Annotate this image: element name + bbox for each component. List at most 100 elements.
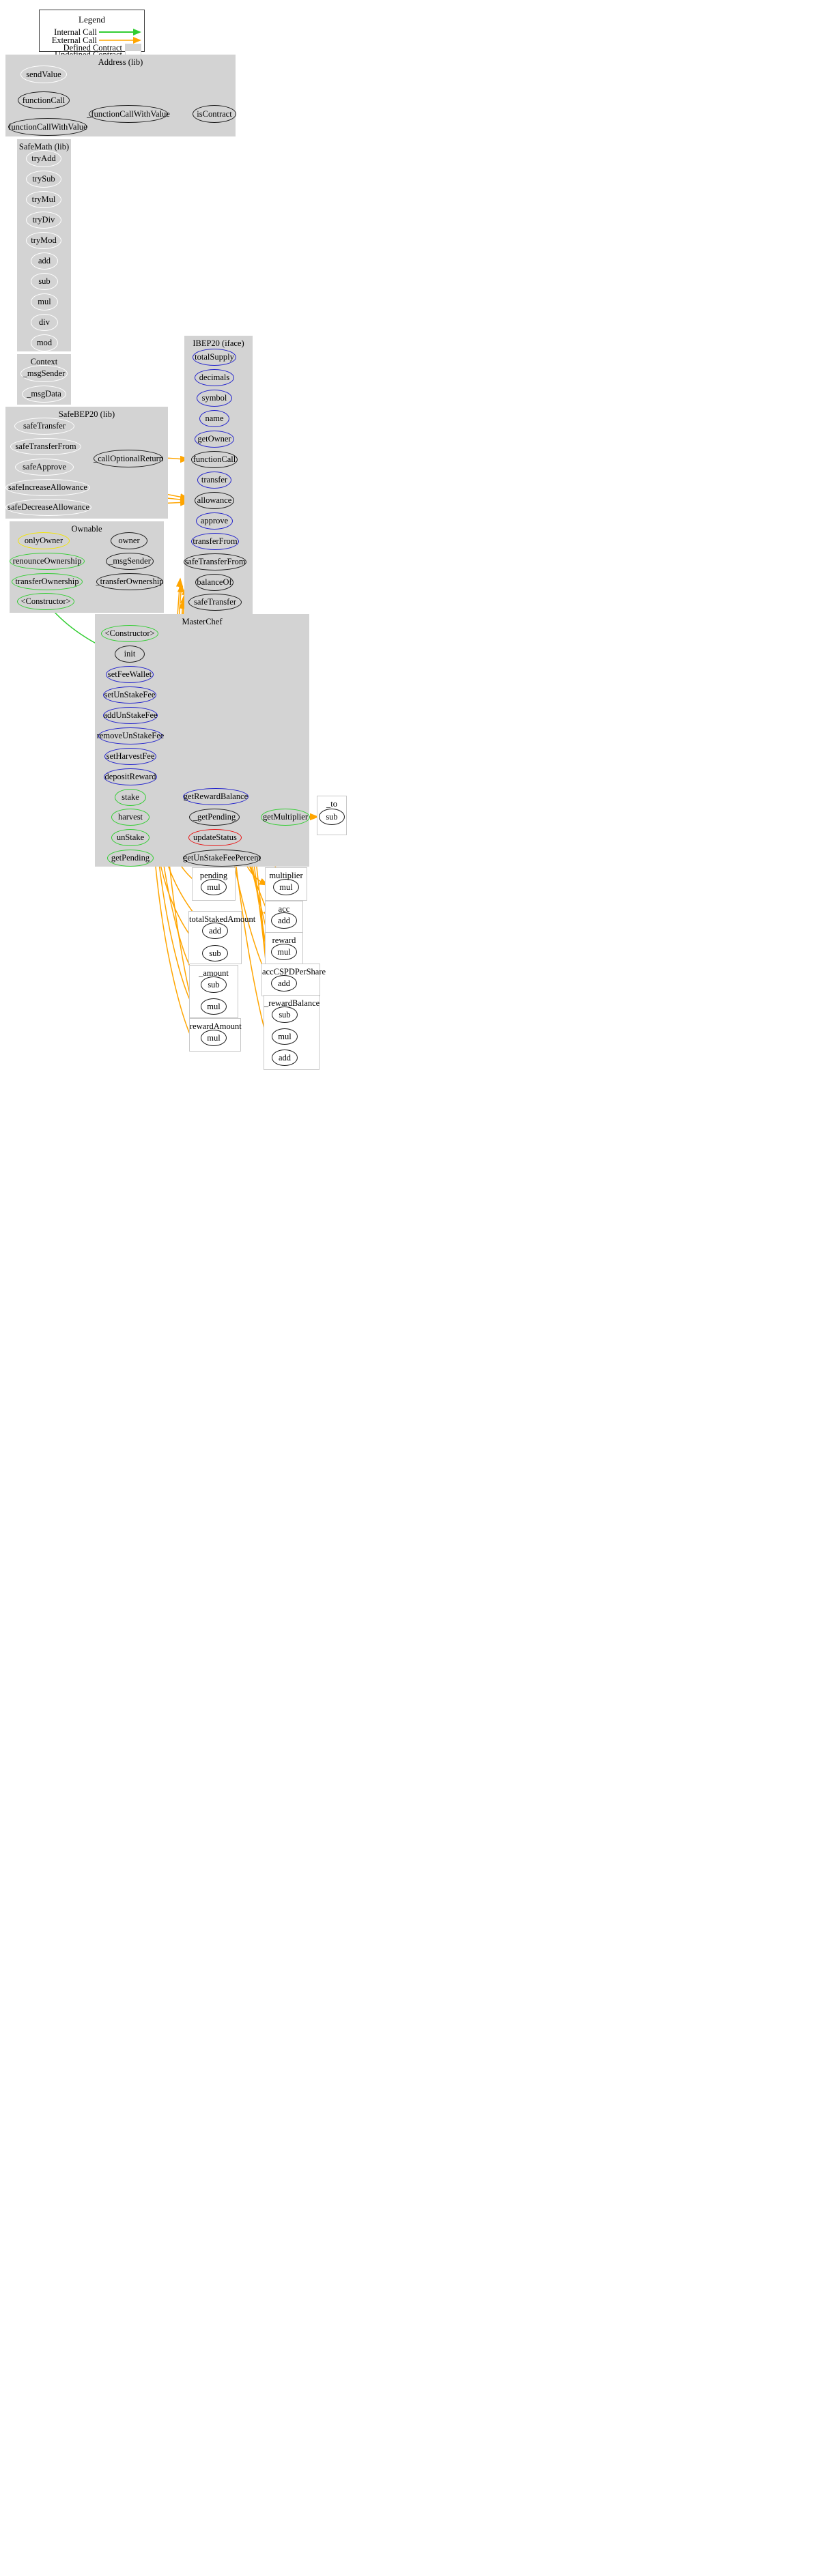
- node-setHarvestFee[interactable]: setHarvestFee: [104, 748, 156, 765]
- node-context-msgSender[interactable]: _msgSender: [20, 365, 68, 382]
- node-_functionCallWithValue[interactable]: _functionCallWithValue: [87, 105, 170, 123]
- node-ibep20-functionCall[interactable]: functionCall: [191, 451, 238, 468]
- node-label: setFeeWallet: [107, 669, 152, 680]
- node-allowance[interactable]: allowance: [195, 492, 234, 509]
- node-safeTransferFrom[interactable]: safeTransferFrom: [10, 438, 81, 455]
- node-getPending[interactable]: getPending: [107, 850, 154, 867]
- node-label: _functionCallWithValue: [87, 108, 170, 119]
- node-context-msgData[interactable]: _msgData: [22, 386, 66, 403]
- legend-box: Legend Internal Call External Call Defin…: [39, 10, 145, 59]
- node-safeDecreaseAllowance[interactable]: safeDecreaseAllowance: [5, 499, 91, 516]
- node-functionCall[interactable]: functionCall: [18, 91, 70, 109]
- node-label: safeDecreaseAllowance: [7, 502, 90, 512]
- node-functionCallWithValue[interactable]: functionCallWithValue: [8, 118, 87, 136]
- node-label: safeTransfer: [193, 597, 237, 607]
- node-label: sub: [326, 811, 338, 822]
- node-label: safeTransfer: [23, 421, 66, 431]
- node-sendValue[interactable]: sendValue: [20, 66, 67, 83]
- node-tryMul[interactable]: tryMul: [26, 191, 61, 208]
- node-safeTransfer[interactable]: safeTransfer: [14, 418, 74, 435]
- node-amount-mul[interactable]: mul: [201, 998, 227, 1015]
- node-getOwner[interactable]: getOwner: [195, 431, 234, 448]
- node-renounceOwnership[interactable]: renounceOwnership: [10, 553, 85, 570]
- node-safeApprove[interactable]: safeApprove: [15, 459, 74, 476]
- node-totalSupply[interactable]: totalSupply: [193, 349, 236, 366]
- node-setUnStakeFee[interactable]: setUnStakeFee: [103, 686, 156, 704]
- node-getRewardBalance[interactable]: getRewardBalance: [183, 788, 249, 805]
- node-depositReward[interactable]: depositReward: [104, 768, 157, 785]
- node-_callOptionalReturn[interactable]: _callOptionalReturn: [94, 450, 163, 467]
- node-label: getOwner: [197, 434, 231, 444]
- node-decimals[interactable]: decimals: [195, 369, 234, 386]
- node-owner[interactable]: owner: [111, 532, 147, 549]
- node-label: <Constructor>: [104, 628, 155, 639]
- node-ownable-constructor[interactable]: <Constructor>: [17, 593, 74, 610]
- node-rb-add[interactable]: add: [272, 1050, 298, 1066]
- node-init[interactable]: init: [115, 646, 145, 663]
- call-graph-canvas: Legend Internal Call External Call Defin…: [0, 0, 837, 2576]
- node-updateStatus[interactable]: updateStatus: [188, 829, 242, 846]
- node-trySub[interactable]: trySub: [26, 171, 61, 188]
- node-acc-add[interactable]: add: [271, 912, 297, 929]
- node-label: mul: [278, 1031, 292, 1041]
- node-reward-mul[interactable]: mul: [271, 944, 297, 960]
- node-label: trySub: [32, 174, 55, 184]
- node-getMultiplier[interactable]: getMultiplier: [261, 809, 310, 826]
- node-isContract[interactable]: isContract: [193, 105, 236, 123]
- node-multiplier-mul[interactable]: mul: [273, 879, 299, 895]
- node-getUnStakeFeePercent[interactable]: getUnStakeFeePercent: [183, 850, 261, 867]
- node-label: mod: [36, 338, 53, 348]
- node-label: addUnStakeFee: [103, 710, 158, 721]
- node-tsa-sub[interactable]: sub: [202, 945, 228, 961]
- node-safemath-mul[interactable]: mul: [31, 293, 58, 310]
- cluster-title-ibep20: IBEP20 (iface): [193, 338, 244, 348]
- node-label: removeUnStakeFee: [96, 731, 165, 741]
- node-transferOwnership[interactable]: transferOwnership: [12, 573, 83, 590]
- node-safemath-sub[interactable]: sub: [31, 273, 58, 290]
- node-ownable-msgSender[interactable]: _msgSender: [106, 553, 154, 570]
- node-label: balanceOf: [197, 577, 232, 588]
- node-unStake[interactable]: unStake: [111, 829, 150, 846]
- node-harvest[interactable]: harvest: [111, 809, 150, 826]
- node-pending-mul[interactable]: mul: [201, 879, 227, 895]
- node-removeUnStakeFee[interactable]: removeUnStakeFee: [96, 727, 165, 744]
- node-label: totalSupply: [195, 352, 234, 362]
- node-tryMod[interactable]: tryMod: [26, 232, 61, 249]
- node-safeIncreaseAllowance[interactable]: safeIncreaseAllowance: [5, 479, 90, 496]
- node-transfer[interactable]: transfer: [197, 472, 231, 489]
- node-rb-sub[interactable]: sub: [272, 1007, 298, 1023]
- node-ibep20-safeTransferFrom[interactable]: safeTransferFrom: [184, 553, 246, 570]
- node-label: div: [39, 317, 50, 328]
- node-safemath-add[interactable]: add: [31, 252, 58, 270]
- node-_getPending[interactable]: _getPending: [189, 809, 240, 826]
- node-stake[interactable]: stake: [115, 789, 146, 806]
- node-symbol[interactable]: symbol: [197, 390, 232, 407]
- node-tsa-add[interactable]: add: [202, 923, 228, 939]
- node-amount-sub[interactable]: sub: [201, 976, 227, 993]
- node-masterchef-constructor[interactable]: <Constructor>: [101, 625, 158, 642]
- cluster-title-accCSPDPerShare: accCSPDPerShare: [262, 967, 326, 976]
- node-onlyOwner[interactable]: onlyOwner: [18, 532, 70, 549]
- node-tryAdd[interactable]: tryAdd: [26, 150, 61, 167]
- node-label: functionCall: [193, 454, 236, 465]
- cluster-title-rewardBalance: _rewardBalance: [264, 998, 320, 1008]
- node-transferFrom[interactable]: transferFrom: [191, 533, 239, 550]
- node-ibep20-safeTransfer[interactable]: safeTransfer: [188, 594, 242, 611]
- node-accshare-add[interactable]: add: [271, 975, 297, 992]
- node-label: _getPending: [193, 812, 236, 822]
- node-balanceOf[interactable]: balanceOf: [195, 574, 233, 591]
- node-addUnStakeFee[interactable]: addUnStakeFee: [103, 707, 158, 724]
- node-rb-mul[interactable]: mul: [272, 1028, 298, 1045]
- node-label: safeTransferFrom: [184, 557, 246, 567]
- node-safemath-div[interactable]: div: [31, 314, 58, 331]
- node-_transferOwnership[interactable]: _transferOwnership: [96, 573, 164, 590]
- node-name[interactable]: name: [199, 410, 229, 427]
- node-label: sub: [279, 1009, 291, 1019]
- node-label: functionCallWithValue: [8, 121, 87, 132]
- node-setFeeWallet[interactable]: setFeeWallet: [106, 666, 154, 683]
- node-approve[interactable]: approve: [196, 512, 233, 530]
- node-safemath-mod[interactable]: mod: [31, 334, 58, 351]
- node-to-sub[interactable]: sub: [319, 809, 345, 825]
- node-ra-mul[interactable]: mul: [201, 1030, 227, 1046]
- node-tryDiv[interactable]: tryDiv: [26, 212, 61, 229]
